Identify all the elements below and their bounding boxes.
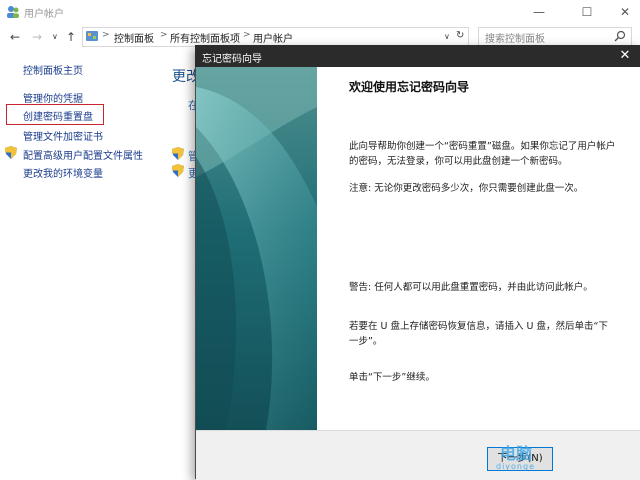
- sidebar-item-create-reset-disk[interactable]: 创建密码重置盘: [23, 108, 93, 123]
- wizard-title: 忘记密码向导: [202, 54, 262, 65]
- search-placeholder: 搜索控制面板: [485, 34, 545, 45]
- breadcrumb-all-items[interactable]: 所有控制面板项: [170, 30, 240, 45]
- up-arrow-icon[interactable]: ↑: [66, 30, 76, 44]
- sidebar-item-manage-credentials[interactable]: 管理你的凭据: [23, 90, 83, 105]
- back-arrow-icon[interactable]: ←: [10, 30, 20, 44]
- recent-locations-chevron-icon[interactable]: ∨: [52, 32, 58, 41]
- watermark-subtext: diyonge: [496, 462, 535, 471]
- breadcrumb-separator: >: [160, 30, 168, 40]
- wizard-warning-text: 警告: 任何人都可以用此盘重置密码，并由此访问此帐户。: [349, 282, 593, 293]
- window-title: 用户帐户: [24, 9, 64, 20]
- uac-shield-icon: [172, 147, 184, 160]
- uac-shield-icon: [5, 146, 17, 159]
- maximize-button[interactable]: ☐: [576, 4, 598, 20]
- sidebar-item-manage-encryption-certs[interactable]: 管理文件加密证书: [23, 128, 103, 143]
- wizard-note-text: 注意: 无论你更改密码多少次，你只需要创建此盘一次。: [349, 183, 584, 194]
- wizard-footer: [196, 430, 640, 480]
- wizard-banner-image: [196, 67, 317, 430]
- sidebar-item-environment-variables[interactable]: 更改我的环境变量: [23, 165, 103, 180]
- watermark-logo: 电脑: [500, 444, 533, 463]
- close-button[interactable]: ✕: [614, 4, 636, 20]
- uac-shield-icon: [172, 164, 184, 177]
- sidebar-item-control-panel-home[interactable]: 控制面板主页: [23, 62, 83, 77]
- search-icon[interactable]: [614, 30, 626, 42]
- forward-arrow-icon[interactable]: →: [32, 30, 42, 44]
- control-panel-icon: [86, 31, 98, 41]
- wizard-usb-instruction-text: 若要在 U 盘上存储密码恢复信息，请插入 U 盘，然后单击“下一步”。: [349, 321, 608, 347]
- wizard-continue-text: 单击“下一步”继续。: [349, 372, 435, 383]
- breadcrumb-separator: >: [102, 30, 110, 40]
- breadcrumb-control-panel[interactable]: 控制面板: [114, 30, 154, 45]
- wizard-close-button[interactable]: ✕: [617, 48, 633, 63]
- sidebar-item-advanced-profile[interactable]: 配置高级用户配置文件属性: [23, 147, 143, 162]
- address-dropdown-chevron-icon[interactable]: ∨: [444, 32, 450, 41]
- user-accounts-icon: [7, 6, 19, 18]
- wizard-intro-text: 此向导帮助你创建一个“密码重置”磁盘。如果你忘记了用户帐户的密码，无法登录，你可…: [349, 141, 616, 167]
- breadcrumb-separator: >: [243, 30, 251, 40]
- wizard-heading: 欢迎使用忘记密码向导: [349, 80, 470, 94]
- minimize-button[interactable]: —: [528, 4, 550, 20]
- refresh-icon[interactable]: ↻: [456, 30, 464, 41]
- breadcrumb-user-accounts[interactable]: 用户帐户: [253, 30, 293, 45]
